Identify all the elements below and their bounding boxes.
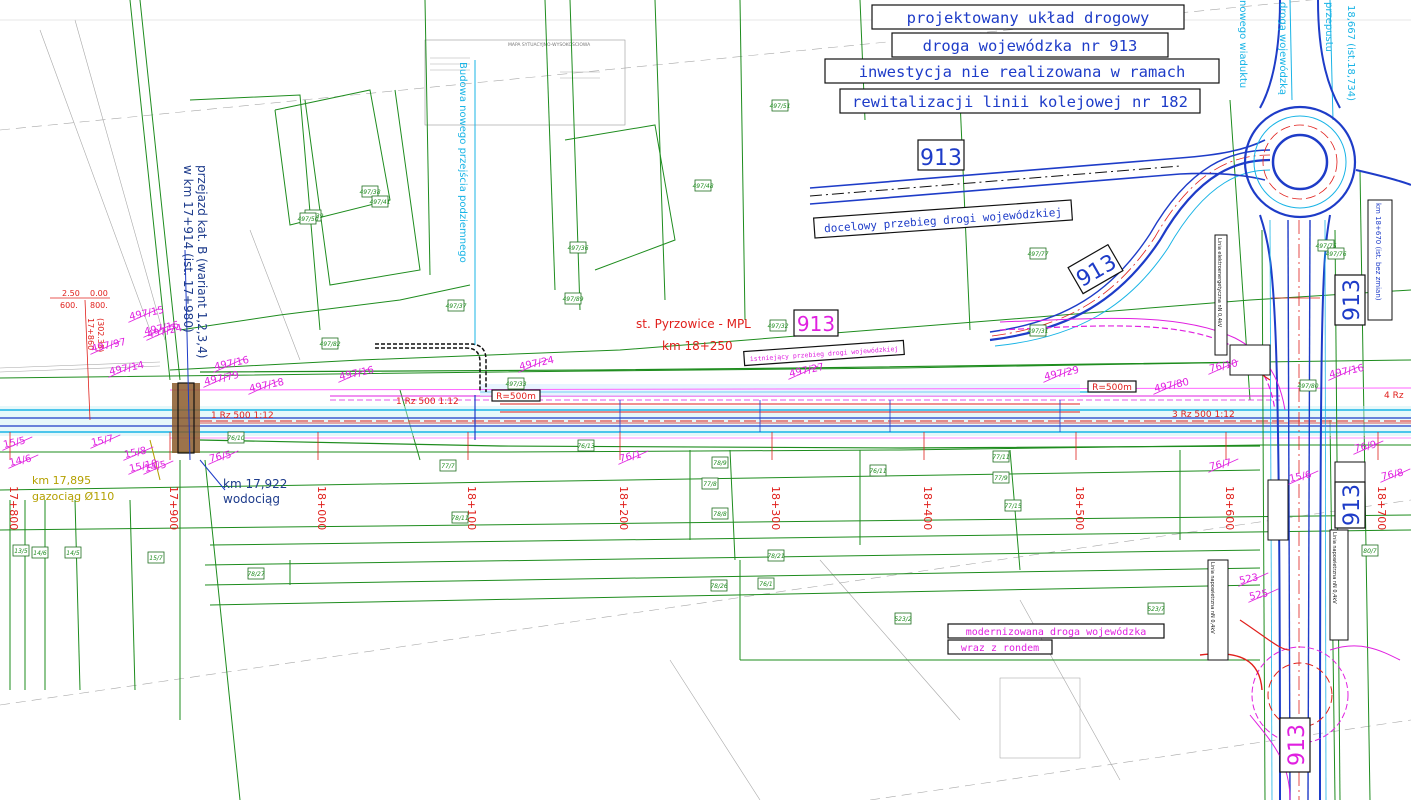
- parcel-number-green: 78/9: [713, 460, 727, 467]
- existing-road-label: istniejący przebieg drogi wojewódzkiej: [743, 339, 905, 367]
- right-km-box-text: km 18+670 (ist. bez zmian): [1374, 203, 1382, 301]
- chainage-label: 18+700: [1375, 486, 1388, 530]
- radius-label-1: R=500m: [496, 392, 536, 402]
- water-main-km: km 17,922: [223, 477, 287, 491]
- parcel-number-green: 497/80: [1297, 383, 1318, 390]
- parcel-number-green: 497/41: [369, 199, 390, 206]
- road-shield-magenta-2: 913: [1285, 724, 1310, 766]
- underpass-label: Budowa nowego przejścia podziemnego: [457, 62, 469, 263]
- crossing-label-2: w km 17+914 (ist. 17+980): [181, 165, 195, 333]
- parcel-number-green: 497/36: [567, 245, 588, 252]
- chainage-label: 18+400: [921, 486, 934, 530]
- road-shield-blue-1: 913: [920, 146, 962, 171]
- parcel-number-green: 497/77: [1027, 251, 1048, 258]
- water-main-label: wodociąg: [223, 492, 280, 506]
- parcel-number-green: 497/33: [505, 381, 526, 388]
- gas-main-label: gazociąg Ø110: [32, 490, 114, 503]
- chainage-label: 18+300: [769, 486, 782, 530]
- dim-2-50: 2.50: [62, 289, 80, 298]
- wires-label-2: Linia napowietrzna nN 0,4kV: [1209, 562, 1215, 634]
- parcel-number-green: 78/11: [451, 515, 468, 522]
- parcel-number-green: 78/8: [713, 511, 727, 518]
- parcel-number-green: 76/13: [577, 443, 594, 450]
- parcel-number-green: 77/15: [1004, 503, 1021, 510]
- parcel-number-green: 13/5: [14, 548, 28, 555]
- station-km: km 18+250: [662, 339, 733, 353]
- parcel-number-green: 497/76: [1325, 251, 1346, 258]
- parcel-number-green: 78/26: [710, 583, 727, 590]
- parcel-number-green: 497/50: [297, 216, 318, 223]
- parcel-number-green: 497/38: [359, 189, 380, 196]
- parcel-number-green: 497/32: [767, 323, 788, 330]
- parcel-number-green: 78/27: [247, 571, 264, 578]
- target-road-label: docelowy przebieg drogi wojewódzkiej: [812, 199, 1074, 239]
- chainage-label: 18+000: [315, 486, 328, 530]
- cyan-top-3: nowego wiaduktu: [1237, 0, 1248, 88]
- curve-label-right: 3 Rz 500 1:12: [1172, 410, 1235, 420]
- chainage-label: 17+900: [167, 486, 180, 530]
- site-plan: MAPA SYTUACYJNO-WYSOKOŚCIOWA projektowan…: [0, 0, 1411, 800]
- cyan-top-2: drogą wojewódzką: [1277, 2, 1289, 95]
- parcel-number-green: 77/7: [441, 463, 455, 470]
- survey-map-sheet: MAPA SYTUACYJNO-WYSOKOŚCIOWA: [424, 39, 626, 126]
- chainage-label: 17+800: [7, 486, 20, 530]
- parcel-number-green: 15/7: [149, 555, 163, 562]
- parcel-number-green: 76/11: [869, 468, 886, 475]
- chainage-label: 18+100: [465, 486, 478, 530]
- parcel-number-green: 78/21: [767, 553, 784, 560]
- title-line-2: droga wojewódzka nr 913: [923, 37, 1138, 55]
- parcel-number-green: 497/31: [1027, 328, 1048, 335]
- dim-800: 800.: [90, 301, 108, 310]
- title-line-1: projektowany układ drogowy: [907, 9, 1150, 27]
- modernized-line-2: wraz z rondem: [961, 643, 1039, 654]
- parcel-number-green: 497/51: [769, 103, 790, 110]
- parcel-number-green: 80/7: [1363, 548, 1377, 555]
- title-line-4: rewitalizacji linii kolejowej nr 182: [852, 93, 1188, 111]
- wires-label-3: Linia napowietrzna nN 0,4kV: [1331, 532, 1337, 604]
- title-block: projektowany układ drogowy droga wojewód…: [824, 4, 1220, 114]
- cyan-top-4: przepustu: [1323, 2, 1334, 52]
- parcel-number-green: 497/37: [445, 303, 466, 310]
- chainage-label: 18+600: [1223, 486, 1236, 530]
- parcel-number-green: 76/10: [227, 435, 244, 442]
- parcel-number-green: 497/82: [319, 341, 340, 348]
- gas-main-km: km 17,895: [32, 474, 91, 487]
- road-shield-blue-4: 913: [1340, 484, 1365, 526]
- road-shield-blue-3: 913: [1340, 279, 1365, 321]
- crossing-label-1: przejazd kat. B (wariant 1,2,3,4): [195, 165, 209, 358]
- station-name: st. Pyrzowice - MPL: [636, 317, 751, 331]
- modernized-road-label: modernizowana droga wojewódzka wraz z ro…: [947, 623, 1165, 655]
- chainage-label: 18+500: [1073, 486, 1086, 530]
- curve-label-mid: 1 Rz 500 1:12: [396, 397, 459, 407]
- parcel-number-green: 14/5: [66, 550, 80, 557]
- cyan-top-1: 18,667 (ist.18,734): [1345, 5, 1356, 101]
- road-shield-magenta: 913: [797, 312, 835, 336]
- dim-0-00: 0.00: [90, 289, 108, 298]
- parcel-number-green: 77/9: [994, 475, 1008, 482]
- map-sheet-title: MAPA SYTUACYJNO-WYSOKOŚCIOWA: [508, 41, 591, 48]
- parcel-number-green: 523/2: [894, 616, 911, 623]
- curve-label-left: 1 Rz 500 1:12: [211, 411, 274, 421]
- title-line-3: inwestycja nie realizowana w ramach: [859, 63, 1186, 81]
- parcel-number-green: 497/89: [562, 296, 583, 303]
- parcel-number-green: 77/11: [992, 454, 1009, 461]
- parcel-number-green: 76/1: [759, 581, 772, 588]
- radius-label-2: R=500m: [1092, 383, 1132, 393]
- curve-label-far: 4 Rz: [1384, 391, 1404, 401]
- parcel-number-green: 497/48: [692, 183, 713, 190]
- modernized-line-1: modernizowana droga wojewódzka: [966, 626, 1147, 638]
- wires-label-1: Linia elektroenergetyczna nN 0,4kV: [1216, 238, 1222, 328]
- chainage-label: 18+200: [617, 486, 630, 530]
- parcel-number-green: 77/8: [703, 481, 717, 488]
- parcel-number-green: 523/7: [1147, 606, 1164, 613]
- dim-600: 600.: [60, 301, 78, 310]
- parcel-number-green: 14/6: [33, 550, 47, 557]
- survey-map-sheet-bottom: [999, 677, 1081, 759]
